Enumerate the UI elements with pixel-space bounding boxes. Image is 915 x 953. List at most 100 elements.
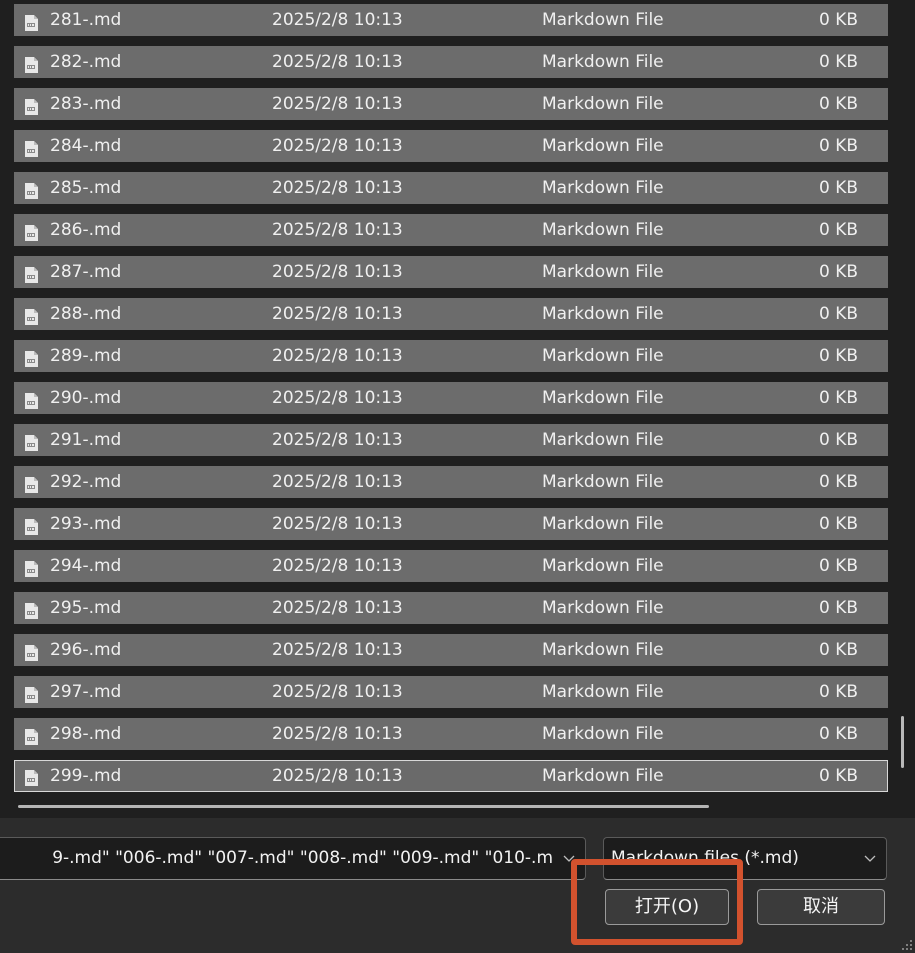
file-name: 284-.md xyxy=(50,136,122,156)
dialog-footer: 9-.md" "006-.md" "007-.md" "008-.md" "00… xyxy=(0,818,915,953)
file-row[interactable]: 290-.md 2025/2/8 10:13 Markdown File 0 KB xyxy=(14,382,888,414)
file-type: Markdown File xyxy=(542,598,664,618)
file-date-modified: 2025/2/8 10:13 xyxy=(272,514,403,534)
file-name: 282-.md xyxy=(50,52,122,72)
file-name: 290-.md xyxy=(50,388,122,408)
file-type-select[interactable]: Markdown files (*.md) xyxy=(603,837,887,880)
file-row[interactable]: 294-.md 2025/2/8 10:13 Markdown File 0 KB xyxy=(14,550,888,582)
markdown-file-icon xyxy=(22,473,40,493)
file-name: 296-.md xyxy=(50,640,122,660)
file-size: 0 KB xyxy=(818,304,858,324)
file-size: 0 KB xyxy=(818,388,858,408)
filename-input[interactable]: 9-.md" "006-.md" "007-.md" "008-.md" "00… xyxy=(0,838,553,879)
markdown-file-icon xyxy=(22,221,40,241)
horizontal-scrollbar-thumb[interactable] xyxy=(18,805,709,808)
markdown-file-icon xyxy=(22,641,40,661)
resize-grip-icon[interactable] xyxy=(901,939,913,951)
file-row[interactable]: 297-.md 2025/2/8 10:13 Markdown File 0 KB xyxy=(14,676,888,708)
file-date-modified: 2025/2/8 10:13 xyxy=(272,220,403,240)
file-size: 0 KB xyxy=(818,346,858,366)
file-date-modified: 2025/2/8 10:13 xyxy=(272,178,403,198)
file-type: Markdown File xyxy=(542,262,664,282)
file-type: Markdown File xyxy=(542,766,664,786)
file-row[interactable]: 289-.md 2025/2/8 10:13 Markdown File 0 KB xyxy=(14,340,888,372)
cancel-button[interactable]: 取消 xyxy=(757,889,885,925)
file-type: Markdown File xyxy=(542,94,664,114)
file-date-modified: 2025/2/8 10:13 xyxy=(272,52,403,72)
file-name: 286-.md xyxy=(50,220,122,240)
file-size: 0 KB xyxy=(818,136,858,156)
filename-combobox[interactable]: 9-.md" "006-.md" "007-.md" "008-.md" "00… xyxy=(0,837,586,880)
file-type: Markdown File xyxy=(542,178,664,198)
markdown-file-icon xyxy=(22,767,40,786)
file-row[interactable]: 292-.md 2025/2/8 10:13 Markdown File 0 KB xyxy=(14,466,888,498)
file-row[interactable]: 293-.md 2025/2/8 10:13 Markdown File 0 KB xyxy=(14,508,888,540)
markdown-file-icon xyxy=(22,263,40,283)
file-row[interactable]: 298-.md 2025/2/8 10:13 Markdown File 0 KB xyxy=(14,718,888,750)
markdown-file-icon xyxy=(22,347,40,367)
file-type: Markdown File xyxy=(542,556,664,576)
file-date-modified: 2025/2/8 10:13 xyxy=(272,388,403,408)
file-type: Markdown File xyxy=(542,640,664,660)
file-row[interactable]: 285-.md 2025/2/8 10:13 Markdown File 0 KB xyxy=(14,172,888,204)
file-row[interactable]: 291-.md 2025/2/8 10:13 Markdown File 0 KB xyxy=(14,424,888,456)
file-type: Markdown File xyxy=(542,52,664,72)
file-row[interactable]: 295-.md 2025/2/8 10:13 Markdown File 0 KB xyxy=(14,592,888,624)
file-date-modified: 2025/2/8 10:13 xyxy=(272,766,403,786)
file-name: 281-.md xyxy=(50,10,122,30)
markdown-file-icon xyxy=(22,179,40,199)
file-type: Markdown File xyxy=(542,724,664,744)
file-name: 283-.md xyxy=(50,94,122,114)
file-size: 0 KB xyxy=(818,10,858,30)
file-date-modified: 2025/2/8 10:13 xyxy=(272,682,403,702)
file-name: 291-.md xyxy=(50,430,122,450)
file-type: Markdown File xyxy=(542,304,664,324)
file-date-modified: 2025/2/8 10:13 xyxy=(272,10,403,30)
file-size: 0 KB xyxy=(818,94,858,114)
file-row[interactable]: 283-.md 2025/2/8 10:13 Markdown File 0 KB xyxy=(14,88,888,120)
file-name: 289-.md xyxy=(50,346,122,366)
file-type: Markdown File xyxy=(542,388,664,408)
file-date-modified: 2025/2/8 10:13 xyxy=(272,724,403,744)
markdown-file-icon xyxy=(22,137,40,157)
file-size: 0 KB xyxy=(818,556,858,576)
file-size: 0 KB xyxy=(818,766,858,786)
file-date-modified: 2025/2/8 10:13 xyxy=(272,136,403,156)
file-row[interactable]: 296-.md 2025/2/8 10:13 Markdown File 0 KB xyxy=(14,634,888,666)
file-name: 298-.md xyxy=(50,724,122,744)
file-size: 0 KB xyxy=(818,178,858,198)
file-date-modified: 2025/2/8 10:13 xyxy=(272,94,403,114)
file-date-modified: 2025/2/8 10:13 xyxy=(272,472,403,492)
chevron-down-icon[interactable] xyxy=(862,838,878,879)
file-size: 0 KB xyxy=(818,262,858,282)
markdown-file-icon xyxy=(22,599,40,619)
file-row[interactable]: 288-.md 2025/2/8 10:13 Markdown File 0 KB xyxy=(14,298,888,330)
markdown-file-icon xyxy=(22,557,40,577)
file-size: 0 KB xyxy=(818,598,858,618)
file-size: 0 KB xyxy=(818,52,858,72)
open-button[interactable]: 打开(O) xyxy=(605,889,729,925)
markdown-file-icon xyxy=(22,725,40,745)
file-row[interactable]: 287-.md 2025/2/8 10:13 Markdown File 0 KB xyxy=(14,256,888,288)
file-type: Markdown File xyxy=(542,682,664,702)
file-type-selected-value: Markdown files (*.md) xyxy=(611,848,799,868)
file-row[interactable]: 284-.md 2025/2/8 10:13 Markdown File 0 KB xyxy=(14,130,888,162)
file-row[interactable]: 299-.md 2025/2/8 10:13 Markdown File 0 KB xyxy=(14,760,888,792)
file-name: 295-.md xyxy=(50,598,122,618)
file-type: Markdown File xyxy=(542,514,664,534)
file-date-modified: 2025/2/8 10:13 xyxy=(272,430,403,450)
file-row[interactable]: 281-.md 2025/2/8 10:13 Markdown File 0 KB xyxy=(14,4,888,36)
markdown-file-icon xyxy=(22,95,40,115)
file-list[interactable]: 281-.md 2025/2/8 10:13 Markdown File 0 KB 28… xyxy=(0,0,898,796)
vertical-scrollbar-thumb[interactable] xyxy=(901,716,904,768)
file-row[interactable]: 286-.md 2025/2/8 10:13 Markdown File 0 KB xyxy=(14,214,888,246)
file-type: Markdown File xyxy=(542,472,664,492)
markdown-file-icon xyxy=(22,11,40,31)
file-date-modified: 2025/2/8 10:13 xyxy=(272,262,403,282)
markdown-file-icon xyxy=(22,305,40,325)
file-type: Markdown File xyxy=(542,346,664,366)
file-row[interactable]: 282-.md 2025/2/8 10:13 Markdown File 0 KB xyxy=(14,46,888,78)
file-type: Markdown File xyxy=(542,136,664,156)
chevron-down-icon[interactable] xyxy=(561,838,577,879)
markdown-file-icon xyxy=(22,683,40,703)
